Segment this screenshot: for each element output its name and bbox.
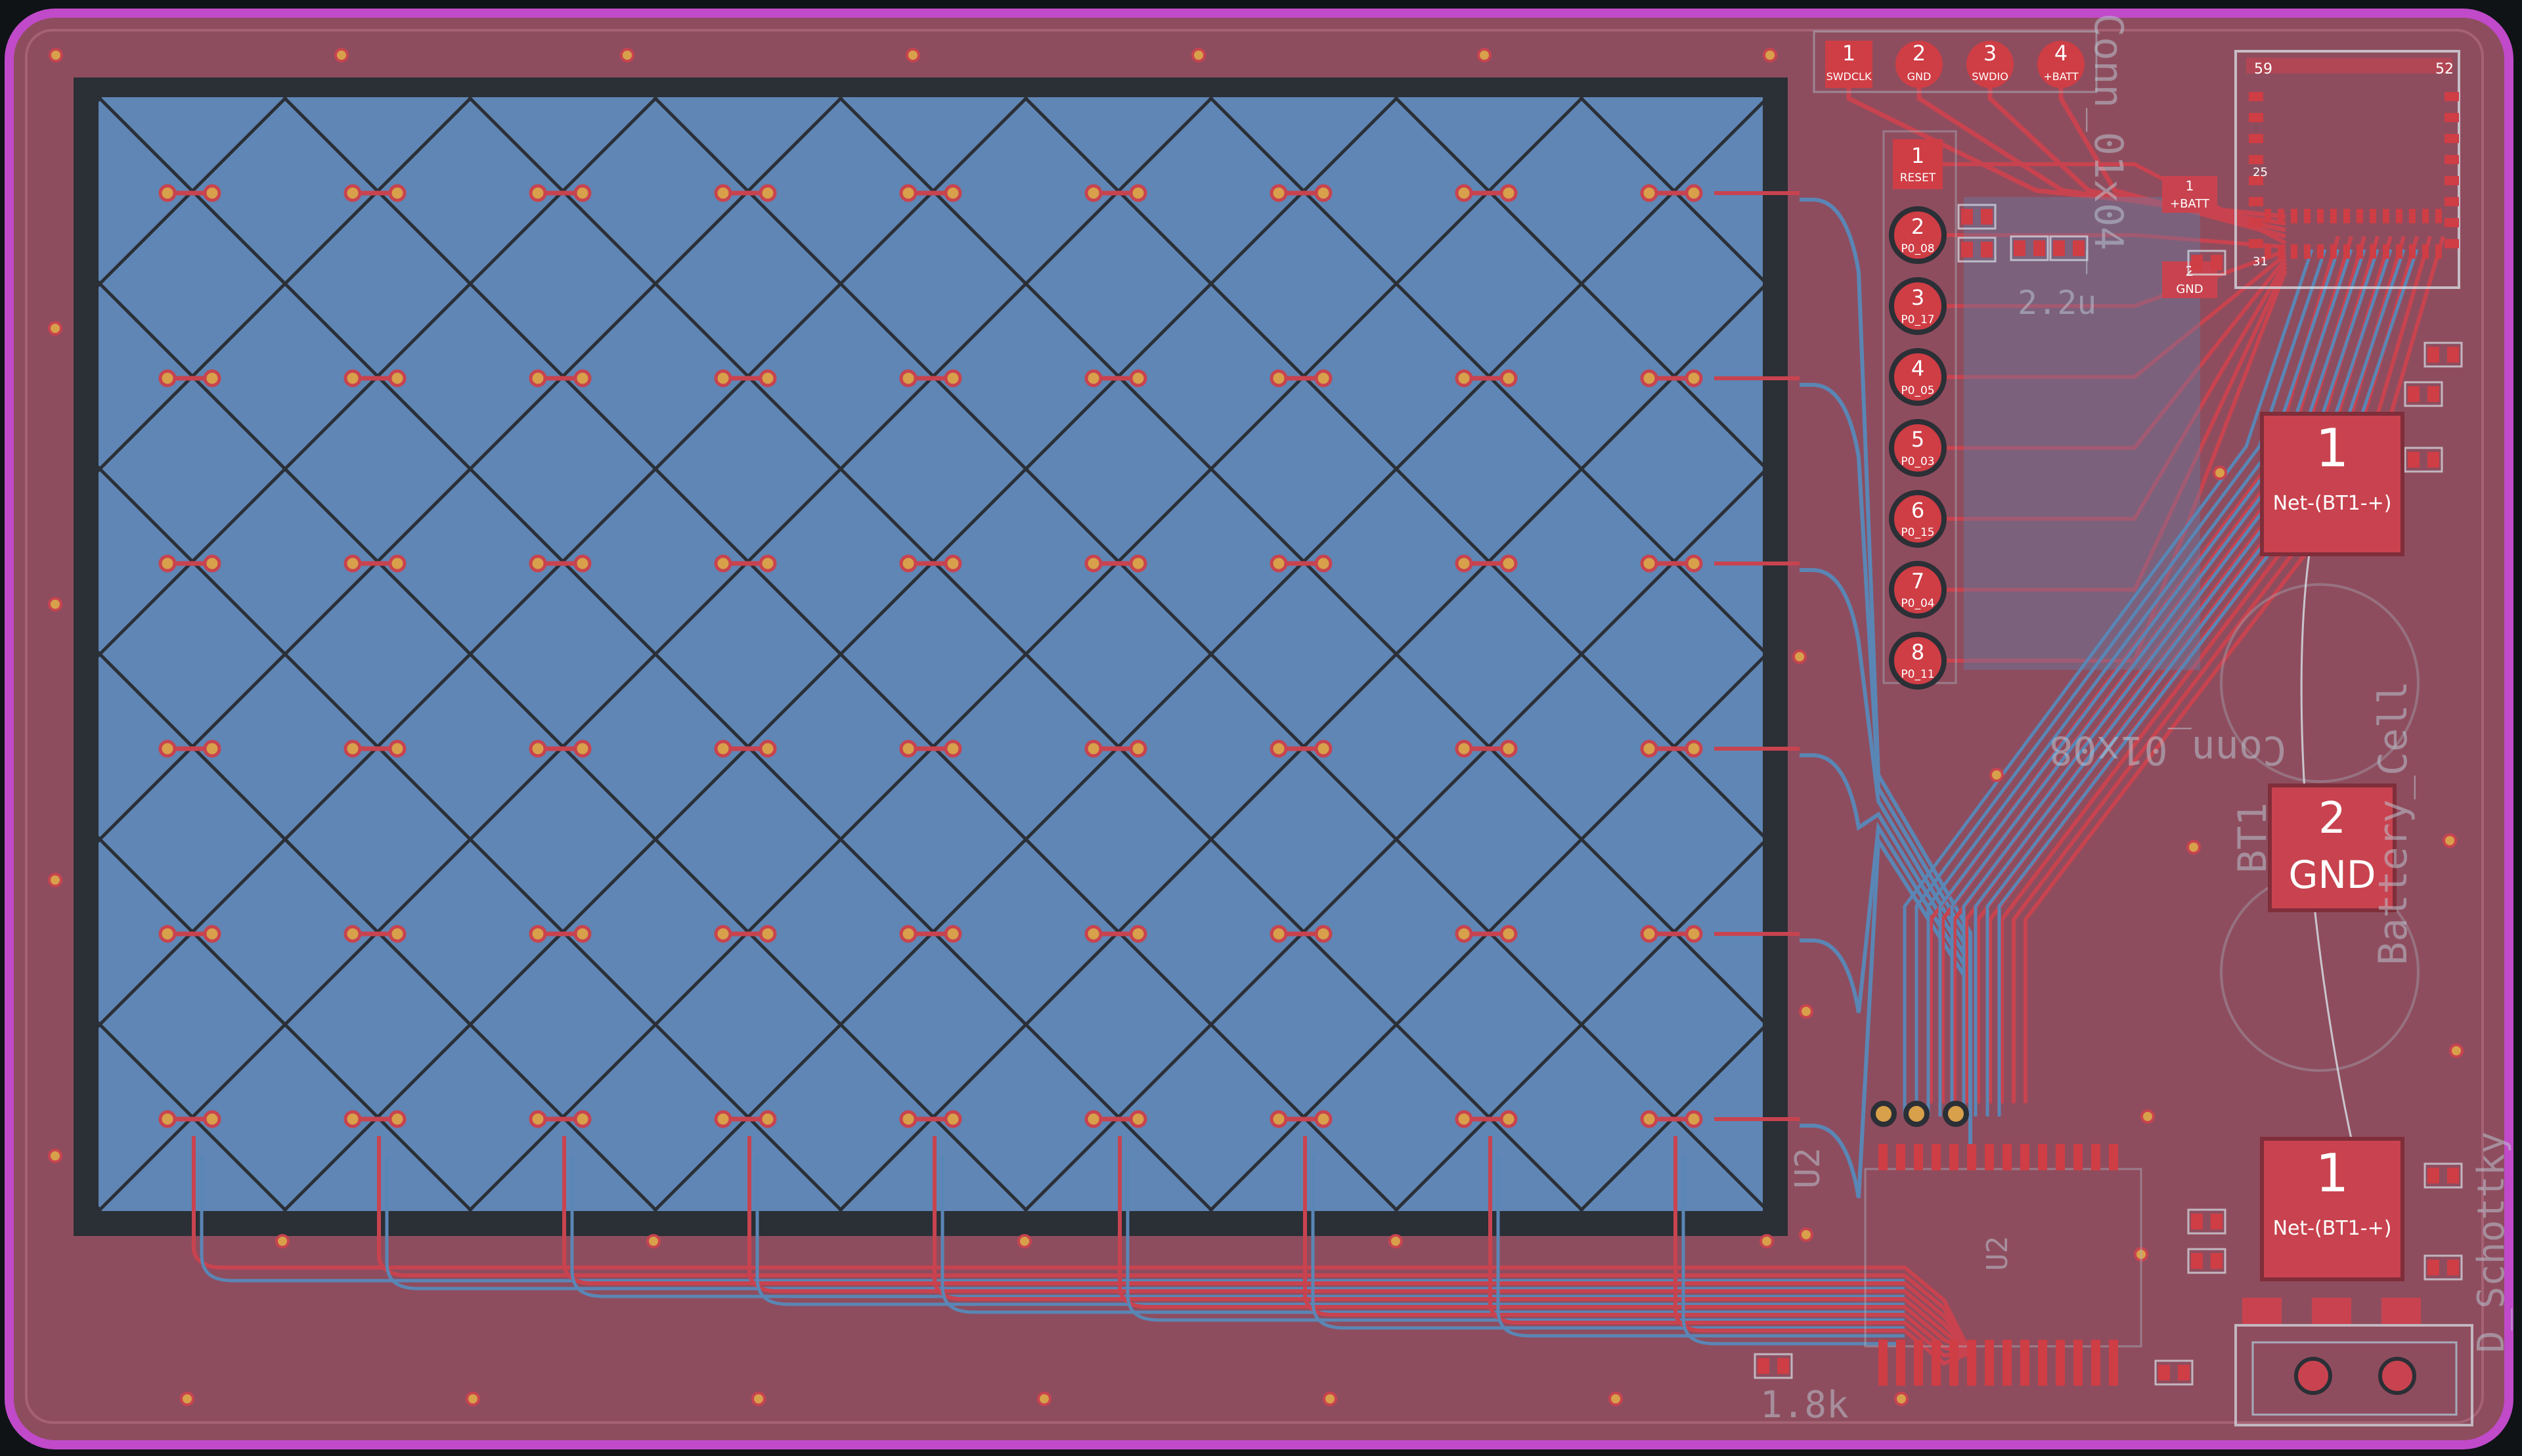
side-pin-number: 2 (1911, 214, 1924, 239)
side-header-pin[interactable]: 1 RESET (1893, 139, 1943, 189)
side-pin-name: P0_04 (1901, 597, 1934, 610)
via (49, 48, 63, 62)
via (48, 321, 62, 336)
via (48, 597, 62, 611)
side-header-pin[interactable]: 3 P0_17 (1889, 277, 1947, 335)
batt-pad-num: 1 (2186, 178, 2194, 194)
side-header-pin[interactable]: 2 P0_08 (1889, 206, 1947, 264)
via (1037, 1392, 1051, 1406)
side-header-pin[interactable]: 5 P0_03 (1889, 419, 1947, 477)
battery-pad-2-name: GND (2289, 852, 2376, 897)
via (751, 1392, 766, 1406)
silk-bt-value: Battery_Cell (2370, 681, 2416, 965)
via (334, 48, 349, 62)
via (1799, 1227, 1813, 1242)
top-pin-number: 4 (2054, 41, 2068, 66)
via (2140, 1109, 2155, 1124)
silk-u2-ref: U2 (1788, 1147, 1828, 1189)
top-pin-number: 2 (1913, 41, 1926, 66)
via (1792, 650, 1807, 664)
top-header-pin[interactable]: 2 GND (1895, 41, 1943, 88)
via (48, 1149, 62, 1163)
mcu-pin-31-label: 31 (2253, 255, 2268, 269)
side-pin-number: 5 (1911, 427, 1924, 452)
side-header-pin[interactable]: 4 P0_05 (1889, 348, 1947, 406)
side-pin-name: RESET (1900, 171, 1936, 185)
side-pin-number: 6 (1911, 498, 1924, 523)
top-header-pin[interactable]: 4 +BATT (2037, 41, 2085, 88)
top-pin-number: 1 (1842, 41, 1855, 66)
via (620, 48, 634, 62)
via (275, 1234, 290, 1248)
side-pin-number: 3 (1911, 285, 1924, 310)
battery-pad-3-name: Net-(BT1-+) (2273, 1217, 2392, 1240)
batt-pad-name: +BATT (2170, 197, 2210, 211)
via (1191, 48, 1206, 62)
silk-conn-mid: Conn_01x08 (2049, 727, 2286, 773)
via (466, 1392, 480, 1406)
via (1608, 1392, 1623, 1406)
touchpad-area (99, 97, 1763, 1211)
battery-pad-2-num: 2 (2318, 793, 2346, 843)
via (1323, 1392, 1337, 1406)
side-header-pin[interactable]: 8 P0_11 (1889, 632, 1947, 690)
via (1477, 48, 1492, 62)
top-header-pin[interactable]: 3 SWDIO (1966, 41, 2014, 88)
silk-res-value: 1.8k (1760, 1384, 1849, 1426)
side-pin-name: P0_08 (1901, 242, 1934, 255)
pcb-layout-canvas[interactable]: 1 SWDCLK 2 GND 3 SWDIO 4 +BATT 1 RESET 2 P0_08 3 P0_… (0, 0, 2522, 1456)
top-pin-name: SWDIO (1972, 70, 2008, 83)
mcu-pin-59-label: 59 (2254, 61, 2272, 77)
battery-pad-1[interactable]: 1 Net-(BT1-+) (2260, 412, 2404, 556)
via (180, 1392, 194, 1406)
top-pin-number: 3 (1983, 41, 1997, 66)
battery-pad-3-num: 1 (2316, 1143, 2349, 1204)
top-header-pin[interactable]: 1 SWDCLK (1825, 41, 1872, 88)
side-header-pin[interactable]: 6 P0_15 (1889, 490, 1947, 548)
via (48, 873, 62, 887)
side-pin-number: 7 (1911, 569, 1924, 594)
via (2443, 833, 2457, 848)
side-pin-name: P0_17 (1901, 313, 1934, 326)
side-pin-number: 8 (1911, 640, 1924, 665)
top-pin-name: +BATT (2043, 70, 2079, 83)
silk-diode-value: D_Schottky (2470, 1132, 2513, 1353)
battery-pad-1-num: 1 (2316, 418, 2349, 479)
via (2186, 840, 2201, 854)
via (2449, 1044, 2464, 1058)
via (2213, 466, 2227, 480)
side-pin-name: P0_15 (1901, 526, 1934, 539)
silk-conn-top: Conn_01x04_ (2085, 13, 2131, 275)
via (1763, 48, 1777, 62)
battery-pad-3[interactable]: 1 Net-(BT1-+) (2260, 1137, 2404, 1281)
side-pin-name: P0_03 (1901, 455, 1934, 468)
via (1017, 1234, 1032, 1248)
side-header-pin[interactable]: 7 P0_04 (1889, 561, 1947, 619)
via (1759, 1234, 1774, 1248)
silk-cap-value: 2.2u (2018, 284, 2096, 322)
via (1388, 1234, 1403, 1248)
via (1989, 768, 2004, 782)
gnd-pad-name: GND (2176, 282, 2203, 296)
via (906, 48, 920, 62)
battery-pad-1-name: Net-(BT1-+) (2273, 492, 2392, 515)
top-pin-name: GND (1907, 70, 1932, 83)
via (646, 1234, 661, 1248)
side-pin-number: 1 (1911, 143, 1924, 168)
silk-ic-ref: U2 (1981, 1236, 2014, 1271)
side-pin-name: P0_11 (1901, 668, 1934, 681)
via (1799, 1004, 1813, 1019)
top-pin-name: SWDCLK (1826, 70, 1872, 83)
side-pin-name: P0_05 (1901, 384, 1934, 397)
gnd-test-pad[interactable]: 2 GND (2162, 261, 2217, 298)
mcu-pin-25-label: 25 (2253, 165, 2268, 179)
side-pin-number: 4 (1911, 356, 1924, 381)
via (1894, 1392, 1909, 1406)
batt-test-pad[interactable]: 1 +BATT (2162, 176, 2217, 213)
mcu-pin-52-label: 52 (2435, 61, 2454, 77)
silk-bt-ref: BT1 (2230, 803, 2276, 873)
